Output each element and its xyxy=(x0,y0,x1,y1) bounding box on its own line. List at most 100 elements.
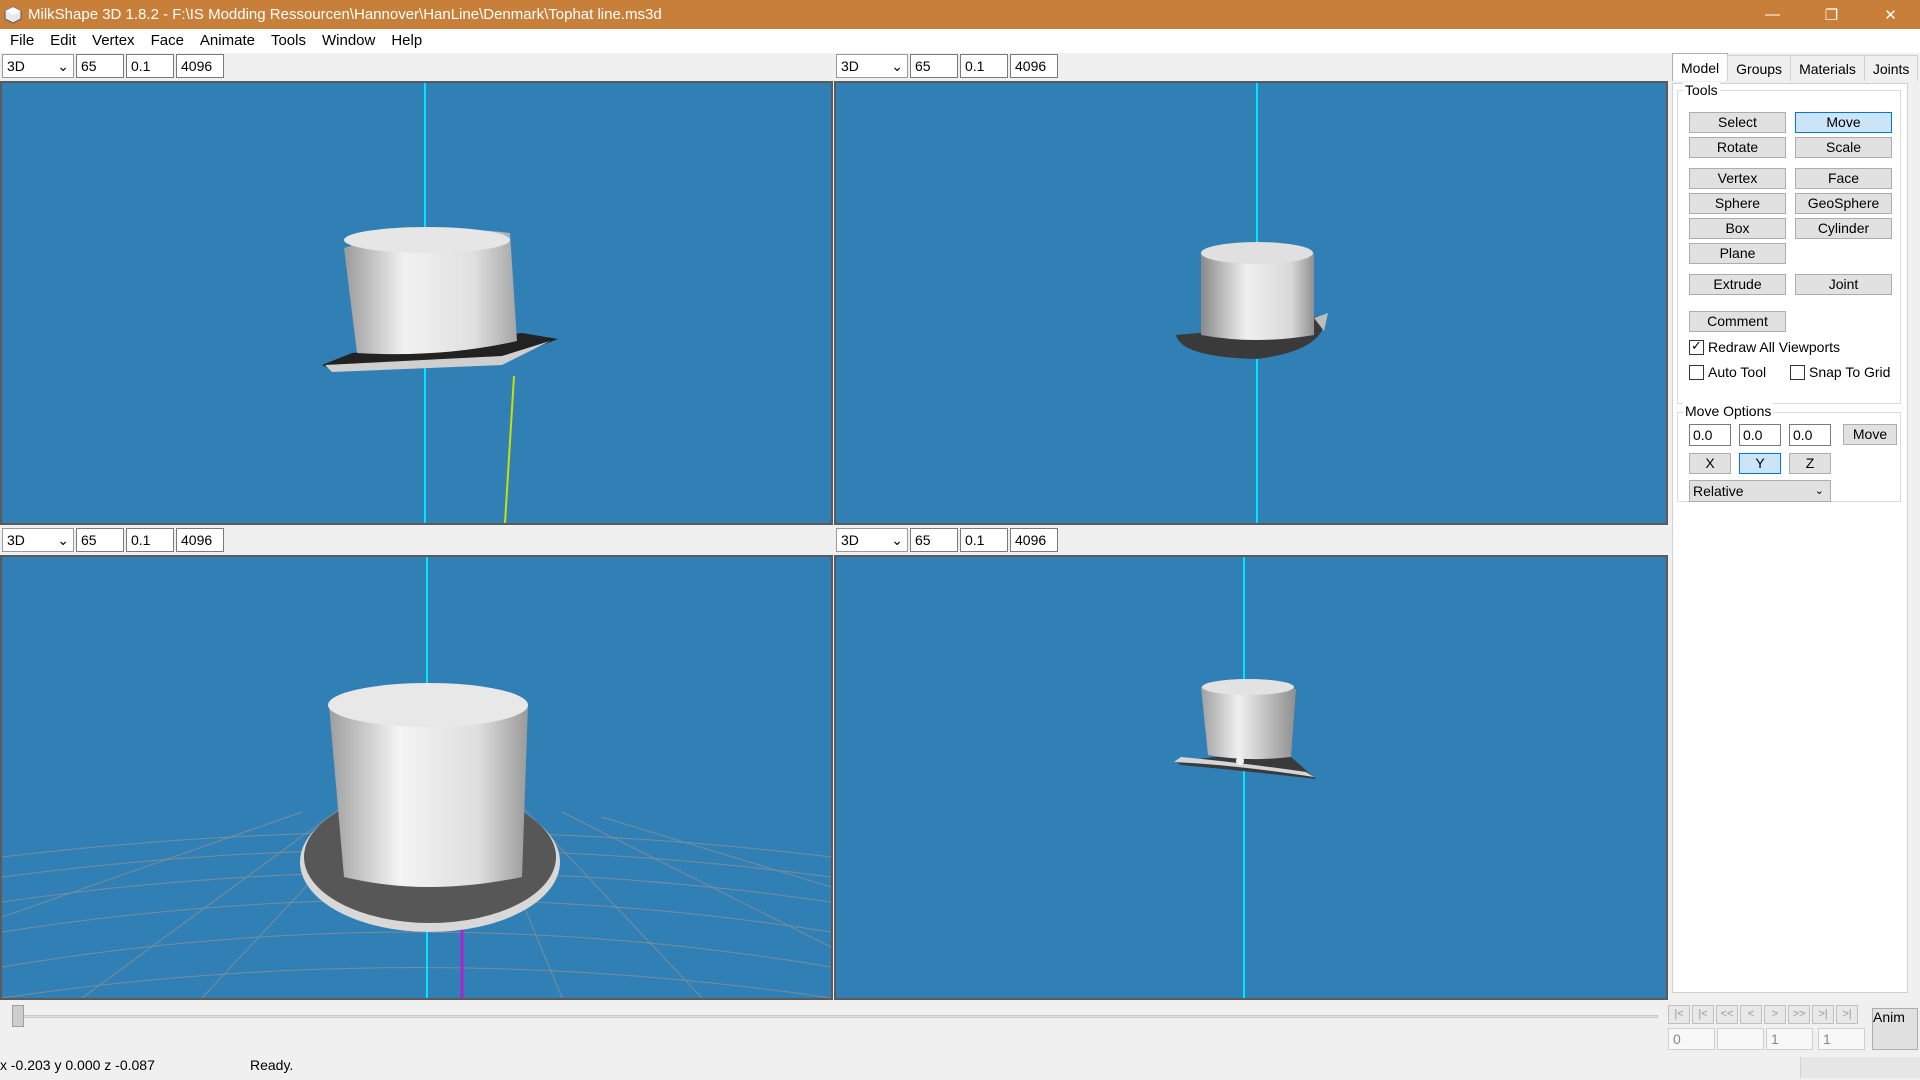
auto-tool-label: Auto Tool xyxy=(1708,364,1767,380)
viewport-toolbar-bottom-left: 3D ⌄ 65 0.1 4096 xyxy=(0,527,224,553)
redraw-all-checkbox[interactable] xyxy=(1689,338,1704,355)
tophat-model xyxy=(322,227,558,372)
viewport-near-field[interactable]: 0.1 xyxy=(126,54,174,78)
next-key-button[interactable]: >| xyxy=(1812,1005,1834,1024)
snap-to-grid-label: Snap To Grid xyxy=(1809,364,1891,380)
auto-tool-checkbox[interactable] xyxy=(1689,364,1704,380)
end-frame-field[interactable]: 1 xyxy=(1818,1028,1865,1050)
snap-to-grid-option[interactable]: Snap To Grid xyxy=(1790,364,1890,380)
viewport-bottom-left[interactable] xyxy=(0,555,833,1000)
current-frame-field[interactable] xyxy=(1717,1028,1764,1050)
first-frame-button[interactable]: |< xyxy=(1668,1005,1690,1024)
face-tool-button[interactable]: Face xyxy=(1795,168,1892,189)
cylinder-tool-button[interactable]: Cylinder xyxy=(1795,218,1892,239)
joint-tool-button[interactable]: Joint xyxy=(1795,274,1892,295)
auto-tool-option[interactable]: Auto Tool xyxy=(1689,364,1766,380)
status-message: Ready. xyxy=(250,1057,294,1073)
anim-mode-button[interactable]: Anim xyxy=(1872,1008,1918,1050)
restore-button[interactable]: ❐ xyxy=(1802,0,1861,29)
minimize-button[interactable]: — xyxy=(1743,0,1802,29)
move-z-input[interactable]: 0.0 xyxy=(1789,424,1831,446)
axis-y-toggle[interactable]: Y xyxy=(1739,453,1781,474)
animation-timeline: |< |< << < > >> >| >| 0 1 1 Anim xyxy=(0,1000,1920,1057)
rewind-button[interactable]: << xyxy=(1716,1005,1738,1024)
menu-help[interactable]: Help xyxy=(383,29,430,53)
fast-forward-button[interactable]: >> xyxy=(1788,1005,1810,1024)
prev-frame-button[interactable]: < xyxy=(1740,1005,1762,1024)
menu-window[interactable]: Window xyxy=(314,29,383,53)
frame-field[interactable]: 1 xyxy=(1766,1028,1813,1050)
plane-tool-button[interactable]: Plane xyxy=(1689,243,1786,264)
viewport-near-field[interactable]: 0.1 xyxy=(126,528,174,552)
move-y-input[interactable]: 0.0 xyxy=(1739,424,1781,446)
viewport-near-field[interactable]: 0.1 xyxy=(960,528,1008,552)
viewport-far-field[interactable]: 4096 xyxy=(176,528,224,552)
viewport-bottom-right[interactable] xyxy=(834,555,1668,1000)
move-tool-button[interactable]: Move xyxy=(1795,112,1892,133)
tab-groups[interactable]: Groups xyxy=(1727,55,1792,81)
sphere-tool-button[interactable]: Sphere xyxy=(1689,193,1786,214)
redraw-all-viewports-option[interactable]: Redraw All Viewports xyxy=(1689,338,1841,355)
menu-edit[interactable]: Edit xyxy=(42,29,84,53)
viewport-top-left[interactable] xyxy=(0,81,833,525)
menu-face[interactable]: Face xyxy=(143,29,192,53)
viewport-mode-select[interactable]: 3D ⌄ xyxy=(2,528,74,552)
scale-tool-button[interactable]: Scale xyxy=(1795,137,1892,158)
viewport-far-field[interactable]: 4096 xyxy=(1010,528,1058,552)
viewport-toolbar-top-left: 3D ⌄ 65 0.1 4096 xyxy=(0,53,224,79)
status-bar: x -0.203 y 0.000 z -0.087 Ready. xyxy=(0,1055,1920,1080)
move-x-input[interactable]: 0.0 xyxy=(1689,424,1731,446)
viewport-toolbar-bottom-right: 3D ⌄ 65 0.1 4096 xyxy=(834,527,1058,553)
tab-joints[interactable]: Joints xyxy=(1863,55,1919,81)
viewport-mode-select[interactable]: 3D ⌄ xyxy=(836,54,908,78)
menu-bar: File Edit Vertex Face Animate Tools Wind… xyxy=(0,29,1920,53)
comment-tool-button[interactable]: Comment xyxy=(1689,311,1786,332)
viewport-near-field[interactable]: 0.1 xyxy=(960,54,1008,78)
start-frame-field[interactable]: 0 xyxy=(1668,1028,1715,1050)
viewport-mode-select[interactable]: 3D ⌄ xyxy=(2,54,74,78)
tophat-model xyxy=(1176,242,1328,359)
model-tab-body: Tools Select Move Rotate Scale Vertex Fa… xyxy=(1672,82,1908,993)
axis-x-toggle[interactable]: X xyxy=(1689,453,1731,474)
frame-slider-track[interactable] xyxy=(12,1015,1658,1018)
rotate-tool-button[interactable]: Rotate xyxy=(1689,137,1786,158)
window-title: MilkShape 3D 1.8.2 - F:\IS Modding Resso… xyxy=(28,6,662,23)
close-button[interactable]: ✕ xyxy=(1861,0,1920,29)
viewport-far-field[interactable]: 4096 xyxy=(176,54,224,78)
axis-z-toggle[interactable]: Z xyxy=(1789,453,1831,474)
joint-line xyxy=(504,375,515,523)
menu-tools[interactable]: Tools xyxy=(263,29,314,53)
extrude-tool-button[interactable]: Extrude xyxy=(1689,274,1786,295)
viewport-fov-field[interactable]: 65 xyxy=(910,528,958,552)
viewport-mode-select[interactable]: 3D ⌄ xyxy=(836,528,908,552)
chevron-down-icon: ⌄ xyxy=(891,531,903,548)
tab-materials[interactable]: Materials xyxy=(1790,55,1865,81)
tab-model[interactable]: Model xyxy=(1672,53,1729,81)
viewport-fov-field[interactable]: 65 xyxy=(910,54,958,78)
move-mode-select[interactable]: Relative ⌄ xyxy=(1689,480,1831,502)
move-apply-button[interactable]: Move xyxy=(1843,424,1897,445)
menu-vertex[interactable]: Vertex xyxy=(84,29,143,53)
prev-key-button[interactable]: |< xyxy=(1692,1005,1714,1024)
viewport-far-field[interactable]: 4096 xyxy=(1010,54,1058,78)
model-panel: Model Groups Materials Joints Tools Sele… xyxy=(1670,53,1920,1008)
last-frame-button[interactable]: >| xyxy=(1836,1005,1858,1024)
geosphere-tool-button[interactable]: GeoSphere xyxy=(1795,193,1892,214)
box-tool-button[interactable]: Box xyxy=(1689,218,1786,239)
viewport-top-right[interactable] xyxy=(834,81,1668,525)
snap-to-grid-checkbox[interactable] xyxy=(1790,364,1805,380)
app-icon xyxy=(4,5,22,24)
menu-file[interactable]: File xyxy=(2,29,42,53)
chevron-down-icon: ⌄ xyxy=(57,531,69,548)
frame-slider-thumb[interactable] xyxy=(12,1005,24,1027)
viewport-fov-field[interactable]: 65 xyxy=(76,528,124,552)
vertex-tool-button[interactable]: Vertex xyxy=(1689,168,1786,189)
redraw-all-label: Redraw All Viewports xyxy=(1708,339,1841,355)
select-tool-button[interactable]: Select xyxy=(1689,112,1786,133)
menu-animate[interactable]: Animate xyxy=(192,29,263,53)
move-options-label: Move Options xyxy=(1683,403,1774,419)
chevron-down-icon: ⌄ xyxy=(891,57,903,74)
resize-grip[interactable] xyxy=(1800,1057,1920,1078)
viewport-fov-field[interactable]: 65 xyxy=(76,54,124,78)
next-frame-button[interactable]: > xyxy=(1764,1005,1786,1024)
